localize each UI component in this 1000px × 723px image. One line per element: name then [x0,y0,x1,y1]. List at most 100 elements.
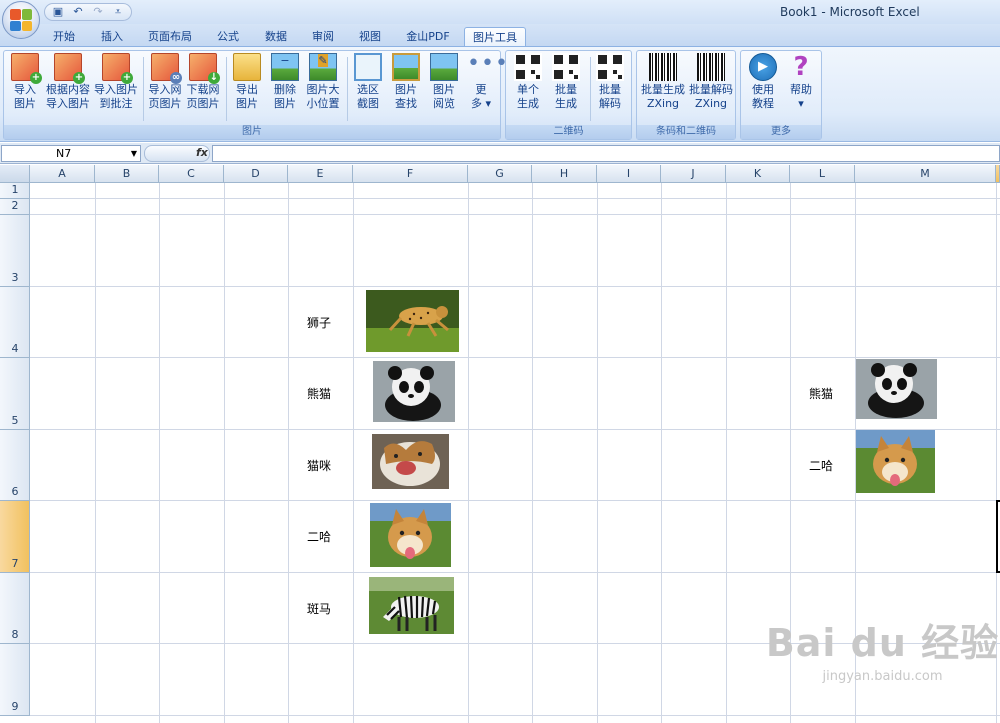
separator [226,57,227,121]
tab-picture-tools[interactable]: 图片工具 [464,27,526,46]
group-qrcode: 单个 生成 批量 生成 批量 解码 二维码 [505,50,632,140]
column-header-i[interactable]: I [597,165,661,183]
grid-line [468,183,469,723]
screenshot-button[interactable]: 选区 截图 [351,53,385,111]
grid-line [661,183,662,723]
tab-view[interactable]: 视图 [352,27,388,46]
import-picture-button[interactable]: + 导入 图片 [8,53,42,111]
window-title: Book1 - Microsoft Excel [780,5,920,19]
grid-line [597,183,598,723]
barcode-generate-button[interactable]: 批量生成 ZXing [639,53,687,111]
cat-photo[interactable] [372,434,449,489]
qr-single-icon [514,53,542,81]
column-header-l[interactable]: L [790,165,855,183]
cell-e6[interactable]: 猫咪 [307,457,331,474]
row-header-6[interactable]: 6 [0,430,30,501]
import-by-content-button[interactable]: + 根据内容 导入图片 [44,53,92,111]
row-header-9[interactable]: 9 [0,644,30,716]
select-all-corner[interactable] [0,165,30,183]
row-header-1[interactable]: 1 [0,183,30,199]
name-box[interactable]: N7 ▼ [1,145,141,162]
column-header-k[interactable]: K [726,165,790,183]
column-header-c[interactable]: C [159,165,224,183]
screenshot-icon [354,53,382,81]
baidu-watermark: Bai du 经验 jingyan.baidu.com [765,612,1000,712]
column-header-g[interactable]: G [468,165,532,183]
tab-kingsoft-pdf[interactable]: 金山PDF [398,27,458,46]
import-web-picture-button[interactable]: ∞ 导入网 页图片 [146,53,184,111]
qr-single-button[interactable]: 单个 生成 [510,53,546,111]
redo-icon[interactable]: ↷ [91,6,105,18]
row-header-4[interactable]: 4 [0,287,30,358]
export-picture-button[interactable]: 导出 图片 [230,53,264,111]
column-header-d[interactable]: D [224,165,288,183]
column-header-a[interactable]: A [30,165,95,183]
cell-l5[interactable]: 熊猫 [809,385,833,402]
find-picture-button[interactable]: 图片 查找 [389,53,423,111]
grid-line [224,183,225,723]
insert-function-icon[interactable]: fx [196,146,208,159]
undo-icon[interactable]: ↶ [71,6,85,18]
import-picture-icon: + [11,53,42,84]
picture-size-button[interactable]: ✎ 图片大 小位置 [304,53,342,111]
formula-input[interactable] [212,145,1000,162]
name-box-value: N7 [56,147,72,160]
column-header-e[interactable]: E [288,165,353,183]
row-header-7[interactable]: 7 [0,501,30,573]
qr-batch-button[interactable]: 批量 生成 [548,53,584,111]
cell-e5[interactable]: 熊猫 [307,385,331,402]
grid-line [30,286,1000,287]
row-header-8[interactable]: 8 [0,573,30,644]
tutorial-button[interactable]: ▶ 使用 教程 [745,53,781,111]
import-to-comment-button[interactable]: + 导入图片 到批注 [92,53,140,111]
row-header-5[interactable]: 5 [0,358,30,430]
panda-photo[interactable] [373,361,455,422]
office-button[interactable] [2,1,40,39]
help-button[interactable]: ? 帮助 ▾ [783,53,819,111]
browse-picture-button[interactable]: 图片 阅览 [427,53,461,111]
cell-e7[interactable]: 二哈 [307,528,331,545]
tab-insert[interactable]: 插入 [94,27,130,46]
shiba-dog-photo[interactable] [370,503,451,567]
group-barcode: 批量生成 ZXing 批量解码 ZXing 条码和二维码 [636,50,736,140]
tab-data[interactable]: 数据 [258,27,294,46]
delete-picture-button[interactable]: − 删除 图片 [268,53,302,111]
separator [143,57,144,121]
shiba-dog-photo[interactable] [856,430,935,493]
qr-decode-button[interactable]: 批量 解码 [592,53,628,111]
save-icon[interactable]: ▣ [51,6,65,18]
cell-l6[interactable]: 二哈 [809,457,833,474]
tab-page-layout[interactable]: 页面布局 [142,27,198,46]
column-header-m[interactable]: M [855,165,996,183]
active-cell-n7[interactable] [996,500,1000,573]
find-picture-icon [392,53,420,81]
separator [347,57,348,121]
zebra-photo[interactable] [369,577,454,634]
watermark-brand: Bai du 经验 [765,621,1000,665]
more-button[interactable]: ••• 更多 ▾ [464,53,508,111]
customize-icon[interactable]: ⩡ [111,6,125,18]
quick-access-toolbar: ▣ ↶ ↷ ⩡ [44,3,132,21]
chevron-down-icon[interactable]: ▼ [131,146,137,161]
column-header-f[interactable]: F [353,165,468,183]
tab-home[interactable]: 开始 [46,27,82,46]
row-header-2[interactable]: 2 [0,199,30,215]
column-header-h[interactable]: H [532,165,597,183]
separator [590,57,591,121]
column-header-n[interactable] [996,165,1000,183]
barcode-generate-icon [649,53,677,81]
panda-photo[interactable] [856,359,937,419]
grid-line [726,183,727,723]
grid-line [30,500,1000,501]
tab-review[interactable]: 审阅 [305,27,341,46]
watermark-url: jingyan.baidu.com [822,669,943,684]
download-web-picture-button[interactable]: ↓ 下载网 页图片 [184,53,222,111]
tab-formulas[interactable]: 公式 [210,27,246,46]
column-header-j[interactable]: J [661,165,726,183]
cell-e8[interactable]: 斑马 [307,600,331,617]
column-header-b[interactable]: B [95,165,159,183]
barcode-decode-button[interactable]: 批量解码 ZXing [687,53,735,111]
row-header-3[interactable]: 3 [0,215,30,287]
cheetah-photo[interactable] [366,290,459,352]
cell-e4[interactable]: 狮子 [307,314,331,331]
